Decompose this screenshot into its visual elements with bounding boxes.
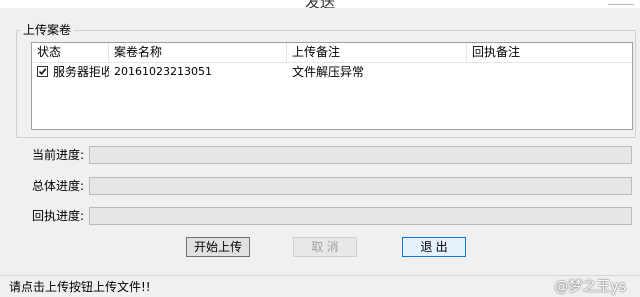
total-progress-label: 总体进度: <box>32 179 85 193</box>
upload-dialog: 发送 上传案卷 状态 案卷名称 上传备注 回执备注 服务器拒收 20161023… <box>0 0 640 297</box>
receipt-progress-label: 回执进度: <box>32 209 85 223</box>
cancel-button[interactable]: 取 消 <box>293 237 357 257</box>
watermark: @梦之王ys <box>554 276 626 297</box>
receipt-progress-bar <box>89 207 632 225</box>
row-checkbox[interactable] <box>37 66 48 77</box>
watermark-text: @梦之王ys <box>554 279 626 295</box>
column-header-status[interactable]: 状态 <box>32 43 109 62</box>
exit-button[interactable]: 退 出 <box>402 237 466 257</box>
upload-list[interactable]: 状态 案卷名称 上传备注 回执备注 服务器拒收 20161023213051 文… <box>31 42 633 130</box>
window-title: 发送 <box>0 0 640 8</box>
column-header-name[interactable]: 案卷名称 <box>109 43 287 62</box>
column-header-receipt-note[interactable]: 回执备注 <box>467 43 632 62</box>
row-upload-note: 文件解压异常 <box>292 65 365 79</box>
row-name: 20161023213051 <box>114 65 212 78</box>
table-row[interactable]: 服务器拒收 20161023213051 文件解压异常 <box>32 63 632 81</box>
status-text: 请点击上传按钮上传文件!! <box>9 280 151 294</box>
close-window-button[interactable] <box>608 0 634 5</box>
current-progress-bar <box>89 146 632 164</box>
list-header: 状态 案卷名称 上传备注 回执备注 <box>32 43 632 63</box>
current-progress-label: 当前进度: <box>32 148 85 162</box>
row-receipt-note <box>472 63 632 81</box>
status-bar: 请点击上传按钮上传文件!! @梦之王ys <box>0 275 640 297</box>
column-header-upload-note[interactable]: 上传备注 <box>287 43 467 62</box>
total-progress-bar <box>89 177 632 195</box>
start-upload-button[interactable]: 开始上传 <box>186 237 250 257</box>
checkmark-icon <box>38 68 47 76</box>
row-status: 服务器拒收 <box>53 65 109 79</box>
upload-group-legend: 上传案卷 <box>20 21 75 38</box>
title-bar: 发送 <box>0 0 640 8</box>
